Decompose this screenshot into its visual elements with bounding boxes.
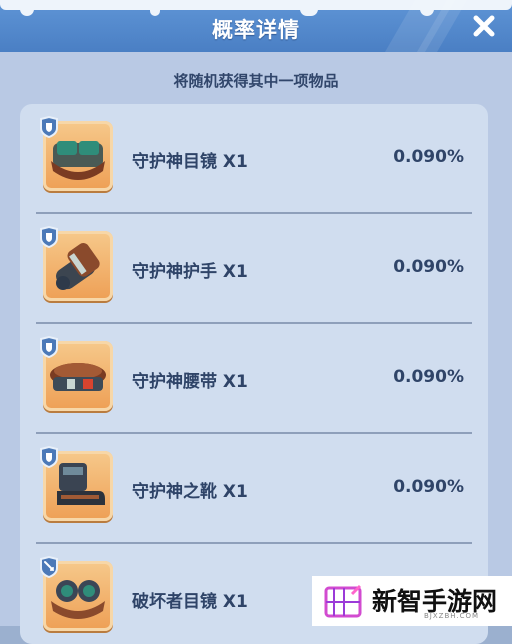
shield-badge-icon <box>40 446 58 468</box>
item-icon-frame <box>40 336 113 411</box>
item-probability: 0.090% <box>393 367 464 387</box>
list-item: 守护神护手 X1 0.090% <box>20 214 488 324</box>
shield-badge-icon <box>40 336 58 358</box>
site-watermark: 新智手游网 BJXZBH.COM <box>312 576 512 626</box>
close-button[interactable] <box>470 12 498 40</box>
item-name: 守护神目镜 X1 <box>132 152 248 172</box>
item-icon-frame <box>40 556 113 631</box>
close-icon <box>473 15 495 37</box>
item-name: 守护神之靴 X1 <box>132 482 248 502</box>
item-probability: 0.090% <box>393 147 464 167</box>
watermark-subtext: BJXZBH.COM <box>424 612 480 620</box>
sword-badge-icon <box>40 556 58 578</box>
shield-badge-icon <box>40 116 58 138</box>
watermark-logo <box>324 584 362 618</box>
dialog-body: 将随机获得其中一项物品 守护神目镜 X1 0.090% 守护神护手 X1 0.0… <box>0 52 512 644</box>
item-probability: 0.090% <box>393 477 464 497</box>
item-icon-frame <box>40 116 113 191</box>
dialog-title: 概率详情 <box>212 18 300 42</box>
item-name: 破坏者目镜 X1 <box>132 592 248 612</box>
item-icon-frame <box>40 226 113 301</box>
list-item: 守护神之靴 X1 0.090% <box>20 434 488 544</box>
item-probability: 0.090% <box>393 257 464 277</box>
item-icon-frame <box>40 446 113 521</box>
item-name: 守护神腰带 X1 <box>132 372 248 392</box>
dialog-header: 概率详情 <box>0 0 512 52</box>
dialog-subtitle: 将随机获得其中一项物品 <box>173 72 339 90</box>
item-list[interactable]: 守护神目镜 X1 0.090% 守护神护手 X1 0.090% 守护神腰带 X1… <box>20 104 488 644</box>
shield-badge-icon <box>40 226 58 248</box>
list-item: 守护神腰带 X1 0.090% <box>20 324 488 434</box>
item-name: 守护神护手 X1 <box>132 262 248 282</box>
list-item: 守护神目镜 X1 0.090% <box>20 104 488 214</box>
